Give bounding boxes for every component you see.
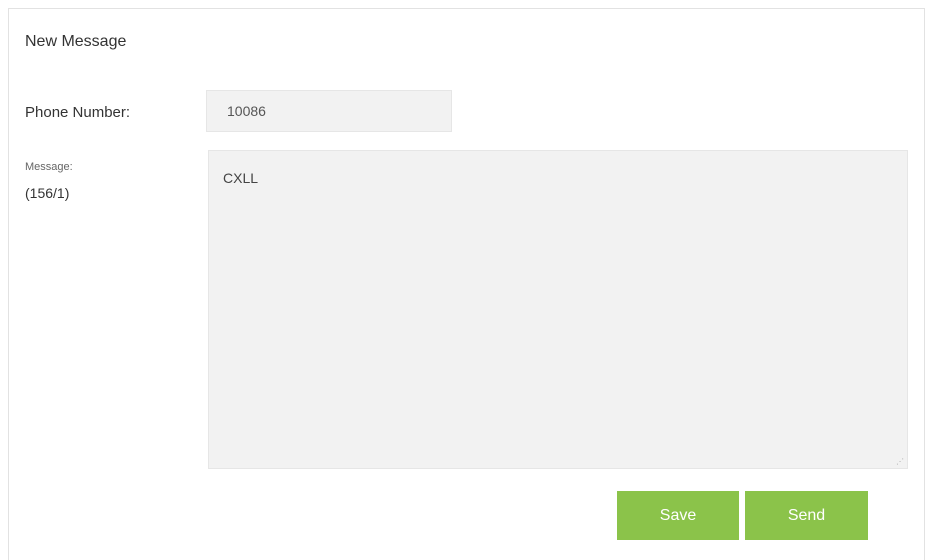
message-label: Message: xyxy=(25,161,73,173)
message-textarea[interactable]: CXLL xyxy=(208,150,908,469)
phone-number-label: Phone Number: xyxy=(25,104,131,121)
send-button[interactable]: Send xyxy=(745,491,868,540)
character-count: (156/1) xyxy=(25,185,70,201)
page-title: New Message xyxy=(25,33,127,50)
new-message-panel: New Message Phone Number: Message: (156/… xyxy=(8,8,925,560)
resize-grip-icon[interactable]: ⋰ xyxy=(896,458,904,466)
save-button[interactable]: Save xyxy=(617,491,739,540)
phone-number-input[interactable] xyxy=(206,90,452,132)
